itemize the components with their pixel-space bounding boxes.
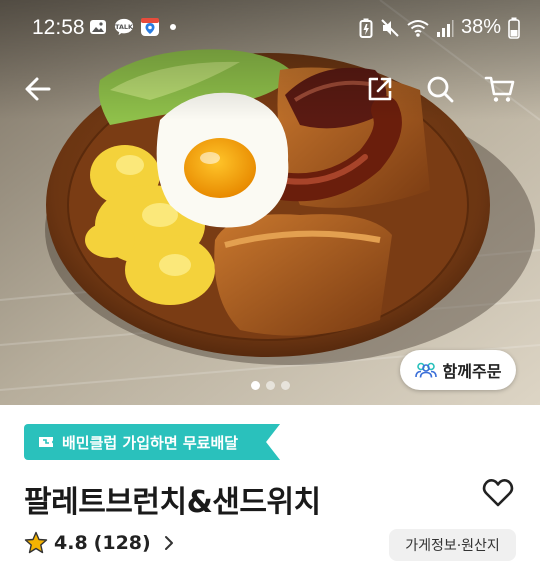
rating-summary[interactable]: 4.8 (128): [24, 531, 175, 555]
store-header: 배민클럽 가입하면 무료배달 팔레트브런치&샌드위치 4.8 (128) 가게정…: [0, 405, 540, 570]
baemin-club-promo-banner[interactable]: 배민클럽 가입하면 무료배달: [24, 424, 280, 460]
promo-label: 배민클럽 가입하면 무료배달: [62, 433, 239, 452]
carousel-indicator: [251, 381, 290, 390]
chevron-right-icon: [164, 536, 173, 550]
store-info-origin-button[interactable]: 가게정보·원산지: [389, 529, 516, 561]
store-info-label: 가게정보·원산지: [405, 538, 500, 554]
battery-percent: 38%: [460, 16, 501, 38]
battery-saver-icon: [359, 18, 373, 38]
back-button[interactable]: [16, 67, 60, 111]
search-button[interactable]: [418, 67, 462, 111]
carousel-dot-2[interactable]: [266, 381, 275, 390]
heart-icon: [482, 479, 514, 507]
group-order-label: 함께주문: [442, 362, 502, 381]
group-people-icon: [414, 362, 437, 378]
maps-icon: [141, 18, 159, 36]
back-arrow-icon: [25, 77, 51, 101]
battery-icon: [508, 17, 520, 39]
status-time: 12:58: [32, 16, 85, 39]
cart-icon: [484, 76, 515, 102]
star-icon: [24, 531, 48, 554]
club-ticket-icon: [38, 434, 54, 450]
search-icon: [427, 76, 454, 103]
carousel-dot-1[interactable]: [251, 381, 260, 390]
signal-icon: [436, 19, 454, 37]
group-order-button[interactable]: 함께주문: [400, 350, 516, 390]
svg-text:TALK: TALK: [115, 24, 134, 31]
talk-icon: TALK: [114, 18, 134, 36]
mute-icon: [381, 18, 399, 37]
rating-score: 4.8: [54, 532, 88, 554]
review-count: (128): [93, 532, 151, 554]
share-icon: [368, 77, 392, 101]
hero-image[interactable]: 12:58 TALK 38% 함께주문: [0, 0, 540, 405]
status-bar: 12:58 TALK 38%: [0, 0, 540, 56]
notification-dot: [170, 24, 176, 30]
store-name: 팔레트브런치&샌드위치: [24, 485, 321, 520]
share-button[interactable]: [358, 67, 402, 111]
wifi-icon: [407, 19, 429, 37]
gallery-icon: [90, 20, 106, 34]
cart-button[interactable]: [478, 67, 522, 111]
brunch-plate-photo: [0, 0, 540, 405]
carousel-dot-3[interactable]: [281, 381, 290, 390]
favorite-button[interactable]: [478, 473, 518, 513]
